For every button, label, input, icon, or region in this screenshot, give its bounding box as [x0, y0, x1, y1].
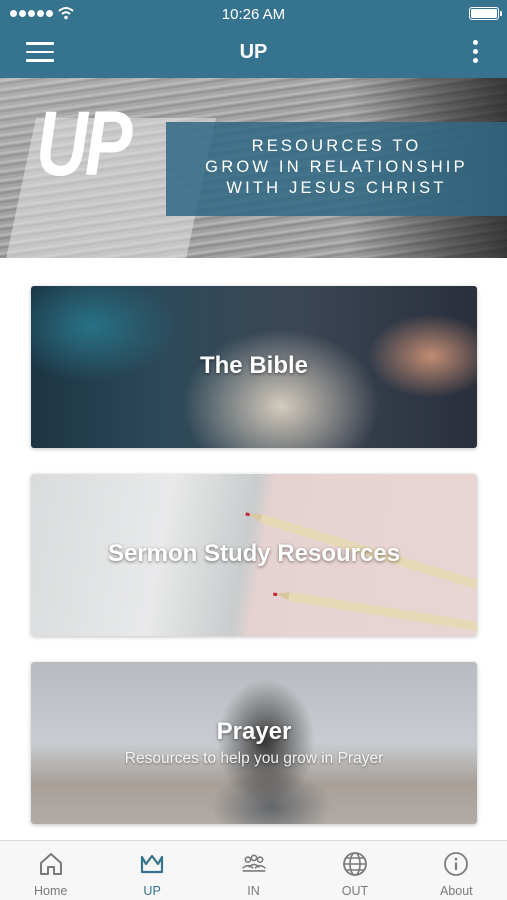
hero-tagline-line-2: GROW IN RELATIONSHIP: [205, 158, 468, 176]
battery-icon: [469, 7, 502, 20]
hero-tagline-line-1: RESOURCES TO: [251, 137, 422, 155]
people-group-icon: [241, 854, 266, 872]
home-icon: [39, 853, 62, 875]
card-title: The Bible: [199, 352, 308, 379]
tab-up[interactable]: UP: [101, 841, 202, 900]
tab-about[interactable]: About: [406, 841, 507, 900]
status-time: 10:26 AM: [221, 6, 286, 23]
card-title: Prayer: [216, 718, 292, 745]
card-sermon-study-resources[interactable]: Sermon Study Resources: [31, 474, 477, 636]
battery-level: [471, 9, 497, 18]
card-title: Sermon Study Resources: [107, 540, 401, 567]
tab-home[interactable]: Home: [0, 841, 101, 900]
globe-icon: [343, 852, 367, 876]
tab-in[interactable]: IN: [203, 841, 304, 900]
tab-label: About: [439, 884, 473, 898]
hero-tagline-box: RESOURCES TO GROW IN RELATIONSHIP WITH J…: [166, 122, 507, 216]
card-subtitle: Resources to help you grow in Prayer: [124, 750, 384, 767]
hero-tagline-line-3: WITH JESUS CHRIST: [226, 179, 447, 197]
vertical-dots-icon[interactable]: [471, 40, 479, 66]
page-title: UP: [239, 41, 268, 63]
tab-out[interactable]: OUT: [304, 841, 405, 900]
tab-label: OUT: [341, 884, 369, 898]
nav-bar: UP: [0, 28, 507, 78]
tab-label: IN: [247, 884, 260, 898]
tab-bar: Home UP IN OUT About: [0, 840, 507, 900]
info-icon: [444, 852, 469, 876]
card-prayer[interactable]: Prayer Resources to help you grow in Pra…: [31, 662, 477, 824]
up-logo: UP: [36, 93, 133, 195]
tab-label: UP: [143, 884, 161, 898]
card-the-bible[interactable]: The Bible: [31, 286, 477, 448]
crown-icon: [141, 854, 164, 874]
tab-label: Home: [34, 884, 68, 898]
status-bar: 10:26 AM: [0, 0, 507, 28]
